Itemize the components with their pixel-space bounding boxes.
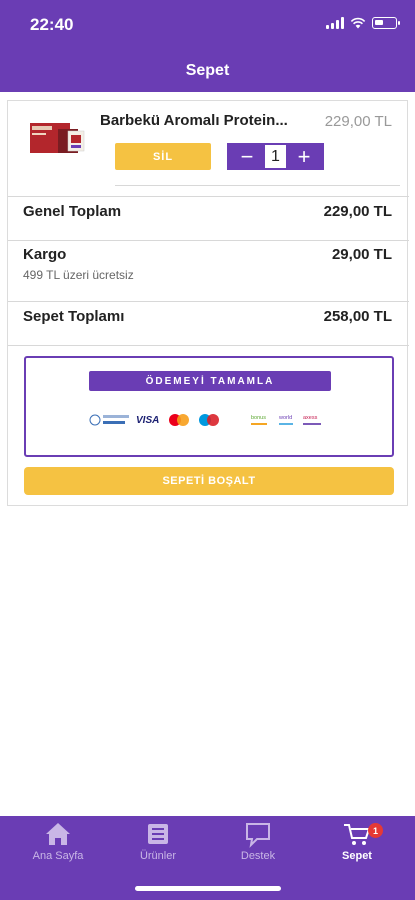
tab-cart-label: Sepet (342, 850, 372, 862)
tab-products[interactable]: Ürünler (108, 820, 208, 862)
divider (8, 196, 409, 197)
tab-cart[interactable]: 1 Sepet (307, 820, 407, 862)
general-total-label: Genel Toplam (23, 203, 122, 220)
product-price: 229,00 TL (324, 113, 392, 130)
shipping-value: 29,00 TL (331, 246, 392, 263)
home-indicator (135, 886, 281, 891)
cart-card: Barbekü Aromalı Protein... 229,00 TL SİL… (7, 100, 409, 506)
decrease-quantity-button[interactable]: − (229, 145, 265, 168)
page-title: Sepet (185, 62, 230, 79)
tab-products-label: Ürünler (139, 850, 177, 862)
axess-logo: axess (303, 415, 318, 421)
chat-icon (246, 823, 270, 848)
world-logo: world (278, 415, 292, 421)
bonus-logo: bonus (251, 415, 266, 421)
quantity-value[interactable]: 1 (265, 145, 286, 168)
divider (8, 240, 409, 241)
mastercard-logo (169, 414, 189, 426)
status-time: 22:40 (30, 15, 74, 34)
clear-cart-button[interactable]: SEPETİ BOŞALT (24, 467, 394, 495)
increase-quantity-button[interactable]: + (286, 145, 322, 168)
home-icon (46, 823, 70, 845)
general-total-value: 229,00 TL (323, 203, 392, 220)
visa-logo: VISA (136, 415, 159, 426)
cart-badge: 1 (368, 823, 383, 838)
battery-icon (372, 17, 400, 29)
maestro-logo (199, 414, 219, 426)
divider (8, 345, 409, 346)
svg-text:bonus: bonus (251, 415, 266, 421)
cart-total-label: Sepet Toplamı (23, 308, 125, 325)
payment-box: ÖDEMEYİ TAMAMLA VISA bonus world axess (24, 356, 394, 457)
cart-total-value: 258,00 TL (323, 308, 392, 325)
wifi-icon (350, 17, 366, 29)
complete-payment-button[interactable]: ÖDEMEYİ TAMAMLA (89, 371, 331, 391)
list-icon (148, 824, 168, 844)
delete-item-button[interactable]: SİL (115, 143, 211, 170)
shipping-label: Kargo (23, 246, 67, 263)
shipping-note: 499 TL üzeri ücretsiz (23, 268, 134, 282)
top-bar: 22:40 Sepet (0, 0, 415, 92)
divider (115, 185, 400, 186)
tab-home-label: Ana Sayfa (32, 850, 84, 862)
tab-home[interactable]: Ana Sayfa (8, 820, 108, 862)
svg-text:world: world (278, 415, 292, 421)
secure-payment-icon (89, 414, 129, 426)
status-icons (326, 17, 400, 29)
tab-support[interactable]: Destek (208, 820, 308, 862)
signal-icon (326, 17, 344, 29)
cart-icon (344, 824, 371, 845)
payment-logos: VISA bonus world axess (89, 414, 321, 426)
svg-text:axess: axess (303, 415, 318, 421)
product-name[interactable]: Barbekü Aromalı Protein... (100, 112, 310, 129)
product-image[interactable] (28, 119, 88, 157)
tab-support-label: Destek (240, 850, 276, 862)
quantity-stepper: − 1 + (227, 143, 324, 170)
tab-bar: Ana Sayfa Ürünler Destek 1 Sepet (0, 816, 415, 900)
divider (8, 301, 409, 302)
